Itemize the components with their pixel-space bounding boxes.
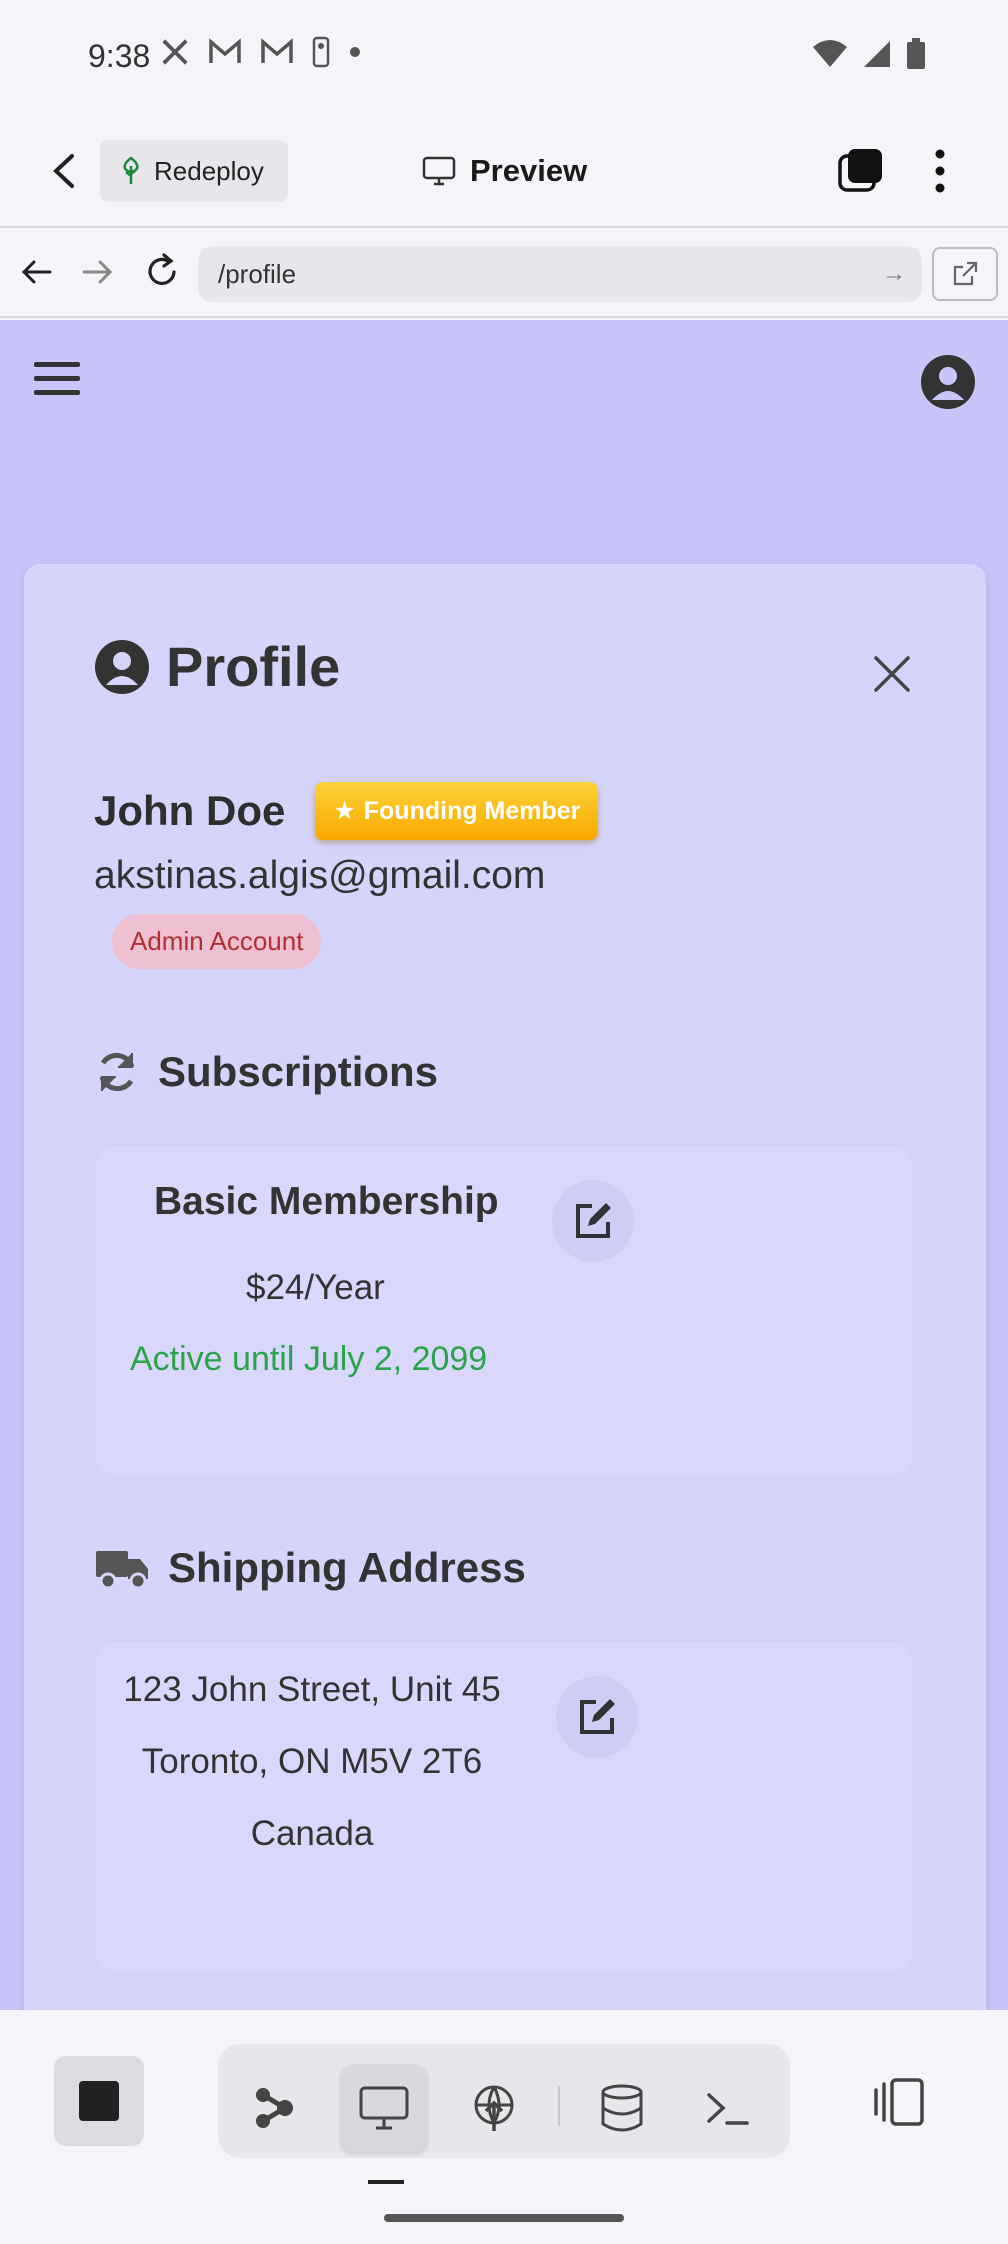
user-name: John Doe bbox=[94, 787, 286, 834]
address-line-1: 123 John Street, Unit 45 bbox=[123, 1670, 501, 1709]
star-icon: ★ bbox=[333, 797, 356, 825]
sync-icon bbox=[99, 1052, 135, 1092]
edit-subscription-button[interactable] bbox=[552, 1180, 634, 1262]
tool-separator bbox=[558, 2086, 560, 2126]
status-bar: 9:38 bbox=[0, 0, 1008, 116]
x-icon bbox=[162, 39, 188, 65]
preview-title[interactable]: Preview bbox=[422, 146, 587, 196]
tool-workflow[interactable] bbox=[230, 2064, 318, 2152]
globe-upload-icon bbox=[474, 2085, 514, 2131]
external-link-icon bbox=[953, 261, 978, 286]
redeploy-label: Redeploy bbox=[154, 155, 264, 186]
hamburger-icon bbox=[34, 362, 80, 395]
user-menu-button[interactable] bbox=[920, 354, 976, 410]
nodes-icon bbox=[256, 2088, 293, 2128]
plan-name: Basic Membership bbox=[154, 1180, 499, 1223]
dot-icon bbox=[350, 47, 360, 57]
arrow-left-icon bbox=[21, 260, 52, 284]
terminal-icon bbox=[707, 2093, 749, 2125]
tool-deploy[interactable] bbox=[450, 2064, 538, 2152]
active-indicator bbox=[368, 2180, 404, 2184]
tabs-icon bbox=[838, 149, 882, 192]
subscription-box: Basic Membership $24/Year Active until J… bbox=[94, 1144, 914, 1478]
system-icons bbox=[812, 38, 926, 70]
close-button[interactable] bbox=[864, 646, 920, 702]
founding-member-badge: ★ Founding Member bbox=[315, 782, 599, 840]
browser-bar: /profile → bbox=[0, 230, 1008, 318]
shipping-heading: Shipping Address bbox=[94, 1544, 526, 1592]
panel-toggle-button[interactable] bbox=[870, 2072, 930, 2132]
user-circle-icon bbox=[95, 639, 149, 694]
tool-switcher bbox=[218, 2044, 790, 2158]
user-circle-icon bbox=[921, 355, 975, 409]
name-row: John Doe ★ Founding Member bbox=[94, 782, 599, 840]
profile-heading: Profile bbox=[94, 634, 340, 699]
back-button[interactable] bbox=[40, 146, 90, 196]
profile-card: Profile John Doe ★ Founding Member aksti… bbox=[24, 564, 986, 2010]
plan-price: $24/Year bbox=[246, 1268, 385, 1307]
url-text: /profile bbox=[218, 258, 297, 289]
more-vertical-icon bbox=[935, 149, 945, 193]
battery-icon bbox=[907, 38, 925, 69]
tool-database[interactable] bbox=[578, 2064, 666, 2152]
tabs-button[interactable] bbox=[836, 146, 886, 196]
web-view: Profile John Doe ★ Founding Member aksti… bbox=[0, 320, 1008, 2010]
edit-icon bbox=[580, 1699, 615, 1734]
url-input[interactable]: /profile → bbox=[198, 246, 922, 302]
truck-icon bbox=[96, 1551, 148, 1590]
admin-account-badge: Admin Account bbox=[112, 914, 322, 969]
gesture-home-bar[interactable] bbox=[384, 2214, 624, 2222]
close-icon bbox=[874, 656, 910, 692]
stop-button[interactable] bbox=[54, 2056, 144, 2146]
browser-forward-button[interactable] bbox=[76, 250, 120, 294]
status-time: 9:38 bbox=[88, 38, 151, 74]
stop-icon bbox=[79, 2081, 119, 2121]
notification-icons bbox=[160, 36, 362, 68]
gmail-icon bbox=[261, 38, 293, 63]
monitor-icon bbox=[422, 156, 456, 186]
database-icon bbox=[601, 2084, 643, 2132]
open-external-button[interactable] bbox=[932, 247, 998, 301]
edit-icon bbox=[576, 1203, 611, 1238]
nba-icon bbox=[312, 36, 330, 68]
founding-member-label: Founding Member bbox=[363, 796, 581, 825]
go-arrow-icon[interactable]: → bbox=[882, 260, 906, 288]
bottom-toolbar bbox=[0, 2010, 1008, 2244]
address-line-2: Toronto, ON M5V 2T6 bbox=[141, 1742, 483, 1781]
side-panel-icon bbox=[874, 2078, 924, 2126]
signal-icon bbox=[864, 41, 890, 67]
shipping-address-box: 123 John Street, Unit 45 Toronto, ON M5V… bbox=[94, 1640, 914, 1974]
chevron-left-icon bbox=[53, 154, 74, 188]
more-options-button[interactable] bbox=[920, 146, 960, 196]
preview-label: Preview bbox=[470, 153, 588, 188]
wifi-icon bbox=[813, 40, 847, 67]
browser-back-button[interactable] bbox=[14, 250, 58, 294]
edit-address-button[interactable] bbox=[556, 1676, 638, 1758]
address-line-3: Canada bbox=[250, 1814, 374, 1853]
redeploy-button[interactable]: Redeploy bbox=[100, 140, 288, 202]
shipping-title: Shipping Address bbox=[168, 1544, 526, 1591]
refresh-button[interactable] bbox=[140, 250, 184, 294]
monitor-icon bbox=[359, 2086, 409, 2130]
tree-icon bbox=[123, 156, 139, 184]
arrow-right-icon bbox=[82, 260, 113, 284]
subscription-status: Active until July 2, 2099 bbox=[130, 1340, 488, 1378]
gmail-icon bbox=[209, 38, 241, 63]
app-bar: Redeploy Preview bbox=[0, 116, 1008, 228]
menu-button[interactable] bbox=[32, 354, 82, 404]
refresh-icon bbox=[148, 253, 176, 285]
tool-preview[interactable] bbox=[340, 2064, 428, 2152]
subscriptions-heading: Subscriptions bbox=[94, 1048, 438, 1096]
tool-terminal[interactable] bbox=[684, 2064, 772, 2152]
subscriptions-title: Subscriptions bbox=[158, 1048, 439, 1095]
page-title: Profile bbox=[166, 635, 341, 698]
user-email: akstinas.algis@gmail.com bbox=[94, 854, 546, 897]
